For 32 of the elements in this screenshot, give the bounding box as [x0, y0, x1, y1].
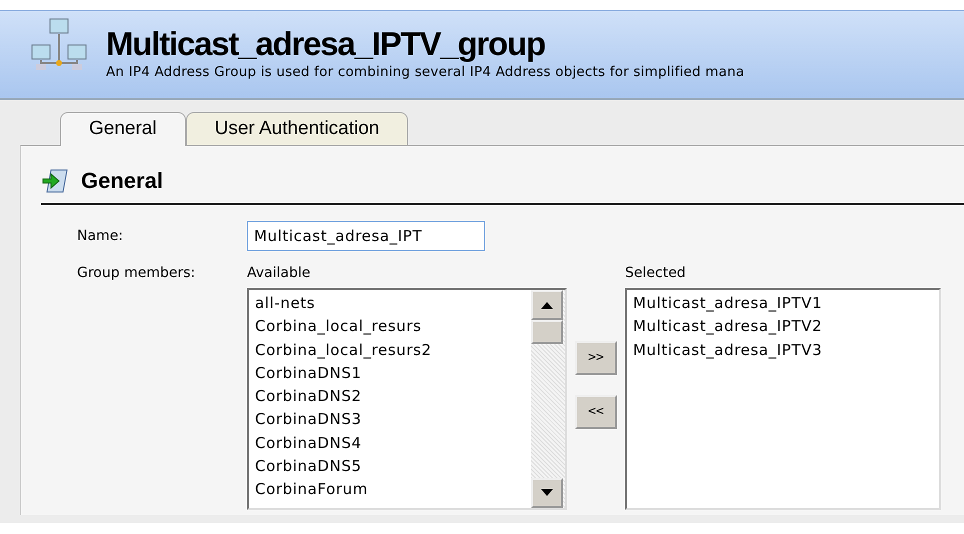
- list-item[interactable]: Corbina_local_resurs2: [255, 338, 525, 362]
- list-label: Available: [247, 264, 312, 283]
- list-item[interactable]: Multicast_adresa_IPTV3: [633, 338, 933, 362]
- tab[interactable]: User Authentication: [186, 112, 408, 145]
- scrollbar[interactable]: [531, 290, 565, 508]
- list-item[interactable]: all-nets: [255, 292, 525, 316]
- add-button[interactable]: >>: [575, 341, 617, 375]
- down-arrow-icon: [541, 489, 553, 497]
- section-title: General: [81, 167, 163, 195]
- list-label: Selected: [625, 264, 687, 283]
- list-item[interactable]: Corbina_local_resurs: [255, 315, 525, 339]
- list-item[interactable]: Multicast_adresa_IPTV1: [633, 292, 933, 316]
- remove-button[interactable]: <<: [575, 395, 617, 429]
- page-title: Multicast_adresa_IPTV_group: [106, 25, 546, 63]
- name-field[interactable]: Multicast_adresa_IPT: [247, 221, 485, 251]
- list-item[interactable]: CorbinaDNS1: [255, 362, 525, 386]
- available-list[interactable]: all-nets Corbina_local_resurs Corbina_local_resurs2 CorbinaDNS1 CorbinaDNS2 CorbinaDNS3 CorbinaDNS4 CorbinaDNS5 CorbinaForum: [247, 288, 567, 510]
- scroll-up-button[interactable]: [531, 290, 563, 320]
- scroll-thumb[interactable]: [531, 320, 563, 344]
- selected-list[interactable]: Multicast_adresa_IPTV1 Multicast_adresa_IPTV2 Multicast_adresa_IPTV3: [625, 288, 941, 510]
- field-label: Name:: [77, 226, 124, 246]
- list-item[interactable]: Multicast_adresa_IPTV2: [633, 315, 933, 339]
- up-arrow-icon: [541, 301, 553, 309]
- list-item[interactable]: CorbinaDNS5: [255, 455, 525, 478]
- list-item[interactable]: CorbinaDNS3: [255, 408, 525, 432]
- list-item[interactable]: CorbinaForum: [255, 478, 525, 502]
- page-description: An IP4 Address Group is used for combining several IP4 Address objects for simplified mana: [106, 63, 744, 81]
- field-label: Group members:: [77, 264, 196, 283]
- list-item[interactable]: CorbinaDNS2: [255, 385, 525, 408]
- list-item[interactable]: CorbinaDNS4: [255, 432, 525, 456]
- scroll-down-button[interactable]: [531, 478, 563, 508]
- tab[interactable]: General: [60, 112, 186, 146]
